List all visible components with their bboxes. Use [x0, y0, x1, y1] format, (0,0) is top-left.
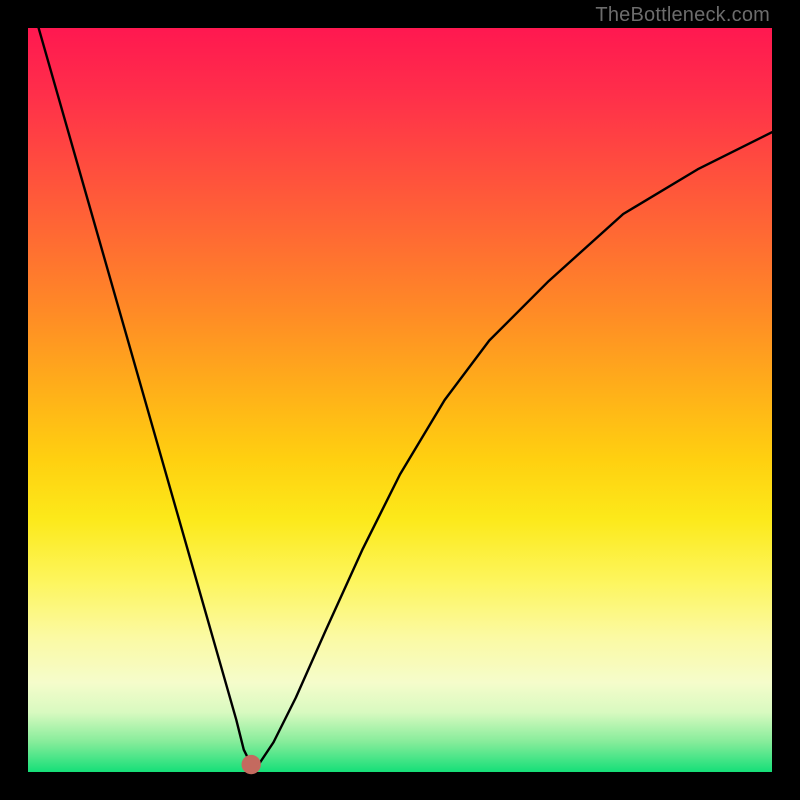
minimum-marker — [245, 759, 257, 771]
bottleneck-curve — [28, 0, 772, 765]
chart-frame: TheBottleneck.com — [0, 0, 800, 800]
curve-layer — [28, 28, 772, 772]
watermark-text: TheBottleneck.com — [595, 4, 770, 27]
plot-area — [28, 28, 772, 772]
